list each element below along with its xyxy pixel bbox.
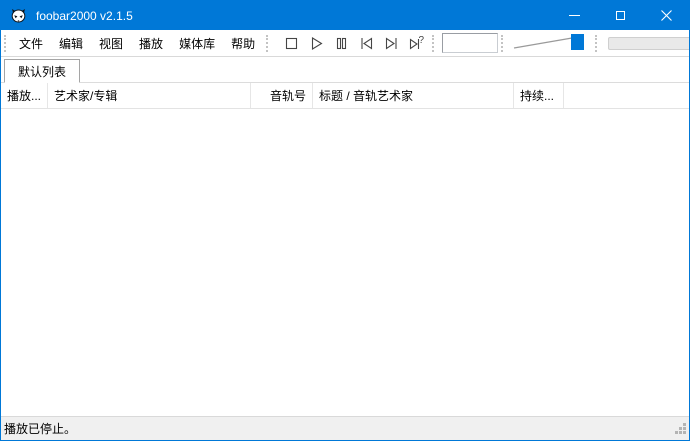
menu-item-help[interactable]: 帮助 — [223, 30, 263, 56]
transport-controls: ? — [279, 31, 429, 55]
play-icon — [308, 35, 325, 52]
maximize-icon — [616, 11, 625, 20]
titlebar[interactable]: foobar2000 v2.1.5 — [1, 1, 689, 30]
column-header-playing[interactable]: 播放... — [1, 83, 48, 108]
search-input[interactable] — [442, 33, 498, 53]
previous-icon — [358, 35, 375, 52]
next-button[interactable] — [379, 31, 404, 55]
window-title: foobar2000 v2.1.5 — [36, 9, 133, 23]
menu-item-view[interactable]: 视图 — [91, 30, 131, 56]
menu-item-edit[interactable]: 编辑 — [51, 30, 91, 56]
stop-icon — [283, 35, 300, 52]
svg-text:?: ? — [418, 35, 424, 46]
column-header-artist-album[interactable]: 艺术家/专辑 — [48, 83, 251, 108]
tab-default-playlist[interactable]: 默认列表 — [4, 59, 80, 83]
caption-buttons — [551, 1, 689, 30]
volume-drag-handle-icon[interactable] — [501, 35, 505, 52]
status-text: 播放已停止。 — [4, 420, 76, 437]
previous-button[interactable] — [354, 31, 379, 55]
minimize-icon — [569, 15, 580, 16]
maximize-button[interactable] — [597, 1, 643, 30]
app-window: foobar2000 v2.1.5 文件编辑视图播放媒体库帮助 ? 默认列表 播… — [0, 0, 690, 441]
playlist-header: 播放...艺术家/专辑音轨号标题 / 音轨艺术家持续... — [1, 83, 689, 109]
transport-drag-handle-icon[interactable] — [266, 35, 270, 52]
column-header-duration[interactable]: 持续... — [514, 83, 564, 108]
random-icon: ? — [408, 35, 426, 52]
playlist-view[interactable] — [1, 109, 689, 416]
menu-item-library[interactable]: 媒体库 — [171, 30, 223, 56]
stop-button[interactable] — [279, 31, 304, 55]
menu-bar: 文件编辑视图播放媒体库帮助 — [11, 30, 263, 56]
menu-item-file[interactable]: 文件 — [11, 30, 51, 56]
resize-grip-icon[interactable] — [674, 422, 687, 438]
column-header-title-track-artist[interactable]: 标题 / 音轨艺术家 — [313, 83, 514, 108]
next-icon — [383, 35, 400, 52]
search-drag-handle-icon[interactable] — [432, 35, 436, 52]
volume-thumb — [571, 34, 584, 50]
play-button[interactable] — [304, 31, 329, 55]
toolbar: 文件编辑视图播放媒体库帮助 ? — [1, 30, 689, 57]
foobar2000-logo-icon — [10, 7, 27, 24]
seekbar-drag-handle-icon[interactable] — [595, 35, 599, 52]
column-header-spacer[interactable] — [564, 83, 689, 108]
seekbar[interactable] — [608, 37, 690, 50]
pause-icon — [333, 35, 350, 52]
random-button[interactable]: ? — [404, 31, 429, 55]
close-button[interactable] — [643, 1, 689, 30]
close-icon — [661, 10, 672, 21]
column-header-track-number[interactable]: 音轨号 — [251, 83, 313, 108]
menu-item-playback[interactable]: 播放 — [131, 30, 171, 56]
menubar-drag-handle-icon[interactable] — [4, 35, 8, 52]
statusbar: 播放已停止。 — [1, 416, 689, 440]
pause-button[interactable] — [329, 31, 354, 55]
volume-slider[interactable] — [510, 31, 592, 56]
playlist-tabstrip: 默认列表 — [1, 57, 689, 83]
minimize-button[interactable] — [551, 1, 597, 30]
